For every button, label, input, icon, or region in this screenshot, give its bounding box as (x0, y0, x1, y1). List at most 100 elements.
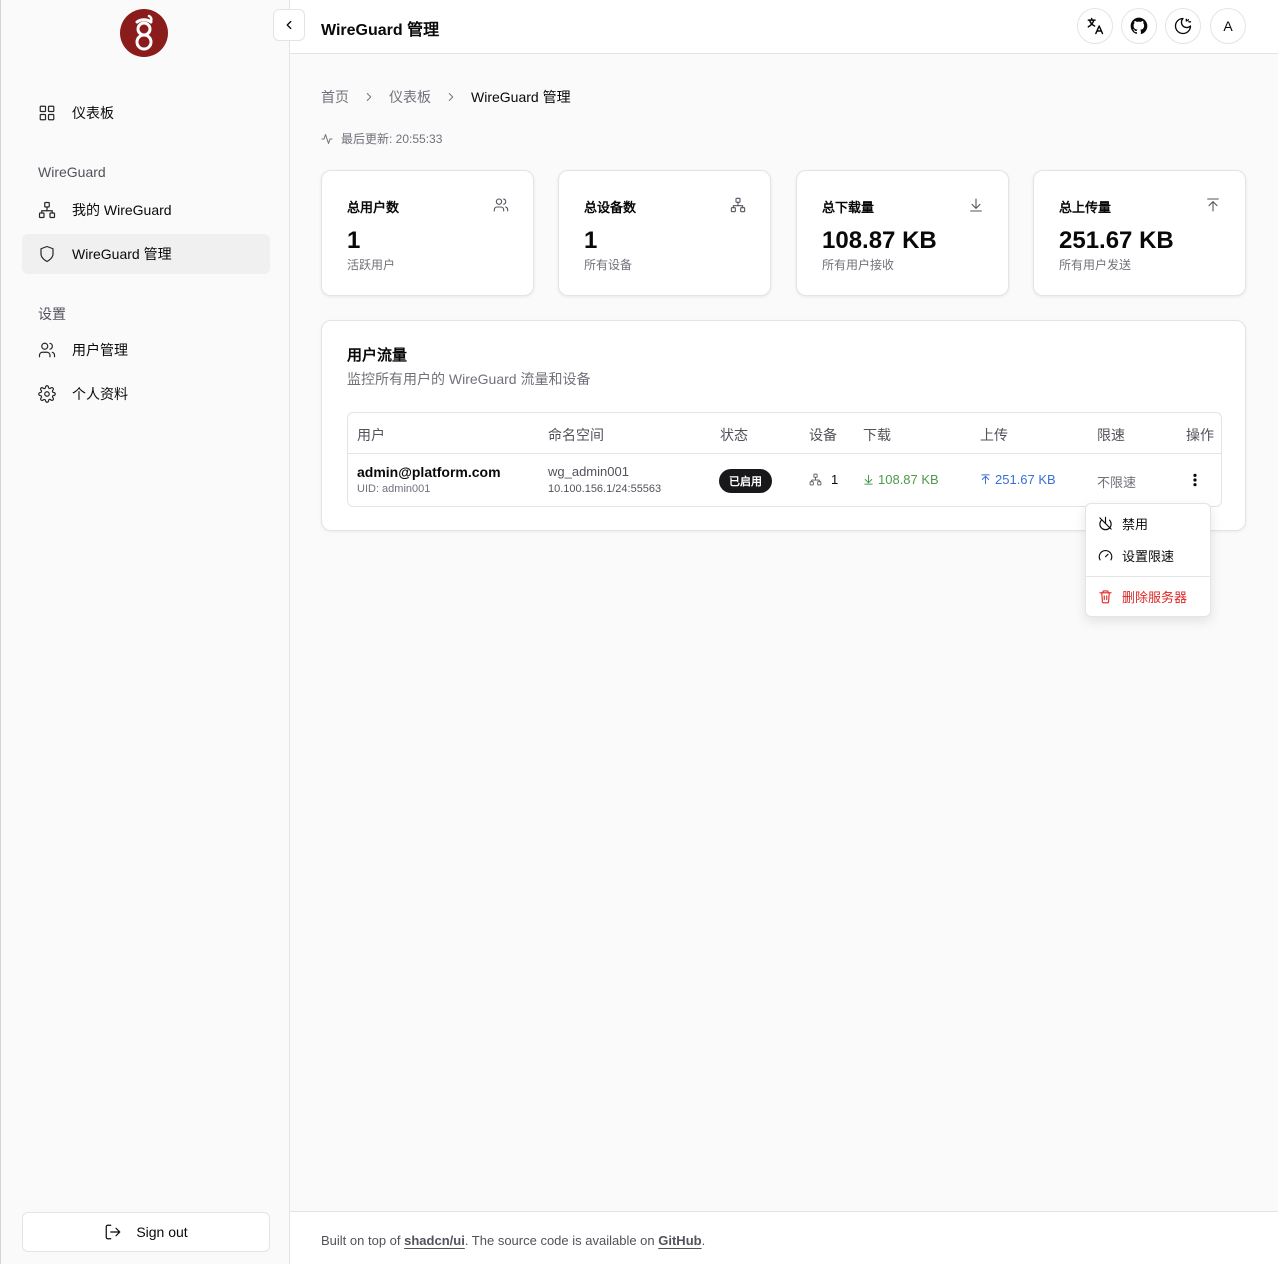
page-title: WireGuard 管理 (321, 22, 440, 39)
sign-out-button[interactable]: Sign out (22, 1212, 270, 1252)
column-header-download: 下载 (863, 427, 891, 443)
trash-icon (1098, 589, 1113, 604)
sidebar-item-dashboard[interactable]: 仪表板 (22, 93, 270, 133)
grid-icon (38, 104, 56, 122)
column-header-status: 状态 (720, 427, 748, 443)
stat-subtitle: 所有设备 (584, 258, 633, 272)
footer-middle: . The source code is available on (464, 1233, 659, 1248)
footer: Built on top of shadcn/ui. The source co… (290, 1211, 1278, 1264)
breadcrumb-home[interactable]: 首页 (321, 87, 349, 107)
gear-icon (38, 385, 56, 403)
user-cell: admin@platform.com UID: admin001 (357, 464, 501, 495)
last-update: 最后更新: 20:55:33 (321, 130, 442, 147)
github-icon (1129, 16, 1149, 36)
card-description: 监控所有用户的 WireGuard 流量和设备 (347, 371, 591, 387)
github-button[interactable] (1121, 8, 1157, 44)
column-header-upload: 上传 (980, 427, 1008, 443)
stat-title: 总设备数 (584, 200, 637, 215)
user-email: admin@platform.com (357, 464, 501, 480)
stat-title: 总用户数 (347, 200, 400, 215)
collapse-sidebar-button[interactable] (273, 9, 305, 41)
chevron-right-icon (362, 90, 376, 104)
footer-text: Built on top of shadcn/ui. The source co… (321, 1233, 705, 1248)
shield-icon (38, 245, 56, 263)
stat-value: 251.67 KB (1059, 227, 1174, 254)
upload-icon (1205, 197, 1221, 213)
logout-icon (104, 1223, 122, 1241)
power-off-icon (1098, 516, 1113, 531)
user-traffic-table: 用户 命名空间 状态 设备 下载 上传 限速 操作 admin@platform… (347, 412, 1222, 507)
network-icon (38, 201, 56, 219)
chevron-left-icon (282, 18, 296, 32)
rate-limit-cell: 不限速 (1097, 475, 1137, 490)
column-header-devices: 设备 (809, 427, 837, 443)
sidebar-item-my-wireguard[interactable]: 我的 WireGuard (22, 190, 270, 230)
column-header-rate-limit: 限速 (1097, 427, 1125, 443)
sidebar-item-user-management[interactable]: 用户管理 (22, 330, 270, 370)
sidebar: 仪表板 WireGuard 我的 WireGuard WireGuard 管理 … (0, 0, 290, 1264)
language-button[interactable] (1077, 8, 1113, 44)
upload-cell: 251.67 KB (980, 472, 1056, 487)
menu-item-delete-server[interactable]: 删除服务器 (1098, 587, 1187, 606)
sidebar-item-label: 用户管理 (72, 342, 128, 358)
column-header-namespace: 命名空间 (548, 427, 604, 443)
last-update-text: 最后更新: 20:55:33 (341, 132, 443, 146)
device-count: 1 (831, 472, 839, 487)
download-arrow-icon (863, 474, 874, 485)
namespace-cell: wg_admin001 10.100.156.1/24:55563 (548, 464, 661, 495)
gauge-icon (1098, 548, 1113, 563)
row-actions-button[interactable] (1187, 472, 1203, 491)
moon-sun-icon (1173, 16, 1193, 36)
sidebar-item-label: 仪表板 (72, 105, 114, 121)
shadcn-link[interactable]: shadcn/ui (404, 1233, 465, 1248)
devices-cell: 1 (809, 472, 838, 487)
menu-item-label: 设置限速 (1122, 549, 1175, 564)
wireguard-logo-icon[interactable] (119, 8, 169, 58)
users-icon (493, 197, 509, 213)
stat-title: 总上传量 (1059, 200, 1112, 215)
namespace-cidr: 10.100.156.1/24:55563 (548, 483, 662, 495)
users-icon (38, 341, 56, 359)
menu-item-disable[interactable]: 禁用 (1098, 514, 1148, 533)
sign-out-label: Sign out (136, 1224, 188, 1240)
stat-subtitle: 所有用户发送 (1059, 258, 1132, 272)
upload-arrow-icon (980, 474, 991, 485)
sidebar-item-profile[interactable]: 个人资料 (22, 374, 270, 414)
more-vertical-icon (1187, 472, 1203, 488)
namespace-name: wg_admin001 (548, 464, 629, 479)
stat-value: 108.87 KB (822, 227, 937, 254)
download-cell: 108.87 KB (863, 472, 939, 487)
column-header-actions: 操作 (1186, 427, 1214, 443)
stat-title: 总下载量 (822, 200, 875, 215)
user-avatar[interactable]: A (1210, 8, 1246, 44)
row-actions-menu: 禁用 设置限速 删除服务器 (1085, 503, 1211, 617)
theme-toggle-button[interactable] (1165, 8, 1201, 44)
menu-item-set-rate-limit[interactable]: 设置限速 (1098, 546, 1174, 565)
top-header: WireGuard 管理 A (273, 0, 1278, 54)
column-header-user: 用户 (357, 427, 385, 443)
stat-subtitle: 所有用户接收 (822, 258, 895, 272)
stat-value: 1 (347, 227, 361, 254)
menu-divider (1086, 576, 1210, 577)
breadcrumb-dashboard[interactable]: 仪表板 (389, 87, 431, 107)
github-link[interactable]: GitHub (658, 1233, 701, 1248)
table-header-divider (348, 453, 1221, 454)
sidebar-group-settings: 设置 (38, 306, 66, 322)
network-icon (730, 197, 746, 213)
breadcrumb: 首页 仪表板 WireGuard 管理 (321, 87, 571, 107)
stat-card-total-download: 总下载量 108.87 KB 所有用户接收 (796, 170, 1009, 296)
sidebar-item-wireguard-admin[interactable]: WireGuard 管理 (22, 234, 270, 274)
sidebar-item-label: WireGuard 管理 (72, 246, 172, 262)
footer-prefix: Built on top of (321, 1233, 405, 1248)
sidebar-item-label: 个人资料 (72, 386, 128, 402)
upload-value: 251.67 KB (995, 472, 1056, 487)
status-badge: 已启用 (719, 469, 772, 493)
sidebar-item-label: 我的 WireGuard (72, 202, 172, 218)
stat-card-total-devices: 总设备数 1 所有设备 (558, 170, 771, 296)
breadcrumb-current: WireGuard 管理 (471, 89, 571, 105)
footer-suffix: . (701, 1233, 706, 1248)
user-traffic-card: 用户流量 监控所有用户的 WireGuard 流量和设备 用户 命名空间 状态 … (321, 320, 1246, 531)
stat-value: 1 (584, 227, 598, 254)
stat-card-total-users: 总用户数 1 活跃用户 (321, 170, 534, 296)
download-value: 108.87 KB (878, 472, 939, 487)
